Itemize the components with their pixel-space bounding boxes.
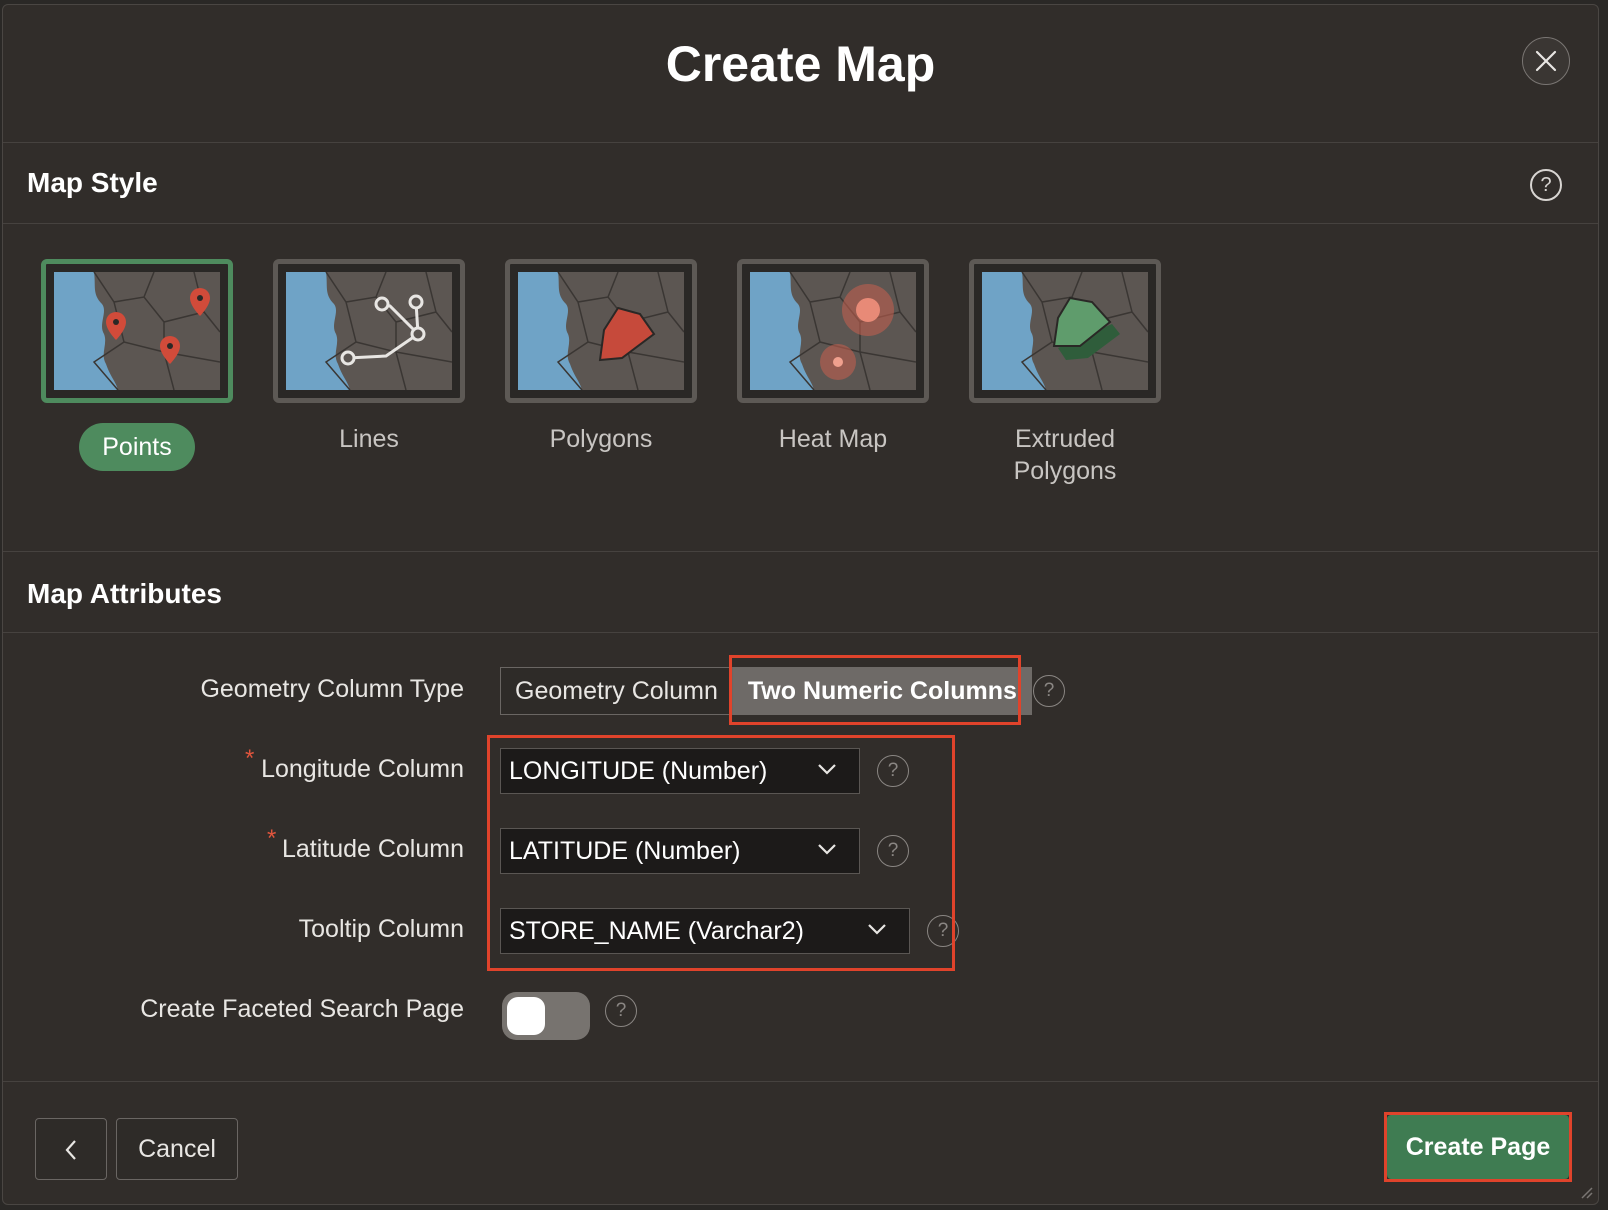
map-style-heading: Map Style (27, 167, 158, 198)
map-style-option-polygons[interactable]: Polygons (505, 259, 697, 453)
create-faceted-search-label: Create Faceted Search Page (140, 995, 464, 1023)
footer-divider (3, 1081, 1598, 1082)
toggle-knob (507, 997, 545, 1035)
map-lines-icon (273, 259, 465, 403)
close-icon (1535, 50, 1557, 72)
required-indicator: * (267, 825, 277, 852)
map-extruded-polygons-icon (969, 259, 1161, 403)
map-heatmap-icon (737, 259, 929, 403)
back-button[interactable] (35, 1118, 107, 1180)
highlight-box (487, 735, 955, 971)
cancel-button[interactable]: Cancel (116, 1118, 238, 1180)
dialog-header: Create Map (3, 5, 1598, 143)
tooltip-column-label: Tooltip Column (298, 915, 464, 943)
map-style-section-header: Map Style ? (3, 143, 1598, 224)
create-map-dialog: Create Map Map Style ? Points Lines Poly… (2, 4, 1599, 1205)
highlight-box (1384, 1112, 1572, 1182)
help-icon[interactable]: ? (605, 995, 637, 1027)
map-style-label-extruded-polygons: Extruded Polygons (1013, 425, 1117, 485)
map-attributes-section-header: Map Attributes (3, 552, 1598, 633)
required-indicator: * (245, 745, 255, 772)
help-icon[interactable]: ? (1530, 169, 1562, 201)
map-style-option-lines[interactable]: Lines (273, 259, 465, 453)
map-style-label-points: Points (79, 423, 195, 471)
map-style-option-extruded-polygons[interactable]: Extruded Polygons (969, 259, 1161, 485)
geometry-column-option[interactable]: Geometry Column (500, 667, 733, 715)
map-style-label-lines: Lines (339, 425, 399, 453)
map-style-option-points[interactable]: Points (41, 259, 233, 471)
highlight-box (729, 655, 1021, 725)
map-points-icon (41, 259, 233, 403)
map-style-option-heatmap[interactable]: Heat Map (737, 259, 929, 453)
help-icon[interactable]: ? (1033, 675, 1065, 707)
longitude-column-label: Longitude Column (261, 755, 464, 783)
map-polygons-icon (505, 259, 697, 403)
resize-grip-icon[interactable] (1578, 1184, 1594, 1200)
latitude-column-label: Latitude Column (281, 835, 464, 863)
geometry-column-type-label: Geometry Column Type (200, 675, 464, 703)
map-style-label-heatmap: Heat Map (778, 425, 888, 453)
close-button[interactable] (1522, 37, 1570, 85)
map-attributes-heading: Map Attributes (27, 578, 222, 609)
chevron-left-icon (65, 1140, 76, 1160)
create-faceted-search-toggle[interactable] (502, 992, 590, 1040)
map-style-label-polygons: Polygons (549, 425, 653, 453)
dialog-title: Create Map (665, 36, 936, 92)
